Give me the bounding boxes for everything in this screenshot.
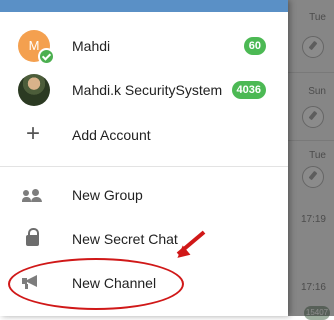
check-icon [38,48,55,65]
lock-icon [22,226,44,248]
unread-count-badge: 60 [243,37,266,55]
account-item-security-system[interactable]: Mahdi.k SecuritySystem 4036 [0,68,288,112]
avatar [18,74,50,106]
group-icon [22,188,42,202]
plus-icon: + [25,120,40,147]
drawer-header [0,0,288,12]
menu-label: Add Account [72,127,151,143]
account-name: Mahdi [72,38,111,54]
new-secret-chat-button[interactable]: New Secret Chat [0,216,288,260]
unread-count-badge: 4036 [231,81,266,99]
divider [0,166,288,167]
new-group-button[interactable]: New Group [0,172,288,216]
scrim-overlay[interactable] [288,0,334,316]
account-item-mahdi[interactable]: M Mahdi 60 [0,24,288,68]
account-name: Mahdi.k SecuritySystem [72,82,223,98]
menu-label: New Secret Chat [72,231,178,247]
highlight-oval [8,258,184,310]
menu-label: New Group [72,187,143,203]
add-account-button[interactable]: + Add Account [0,112,288,156]
